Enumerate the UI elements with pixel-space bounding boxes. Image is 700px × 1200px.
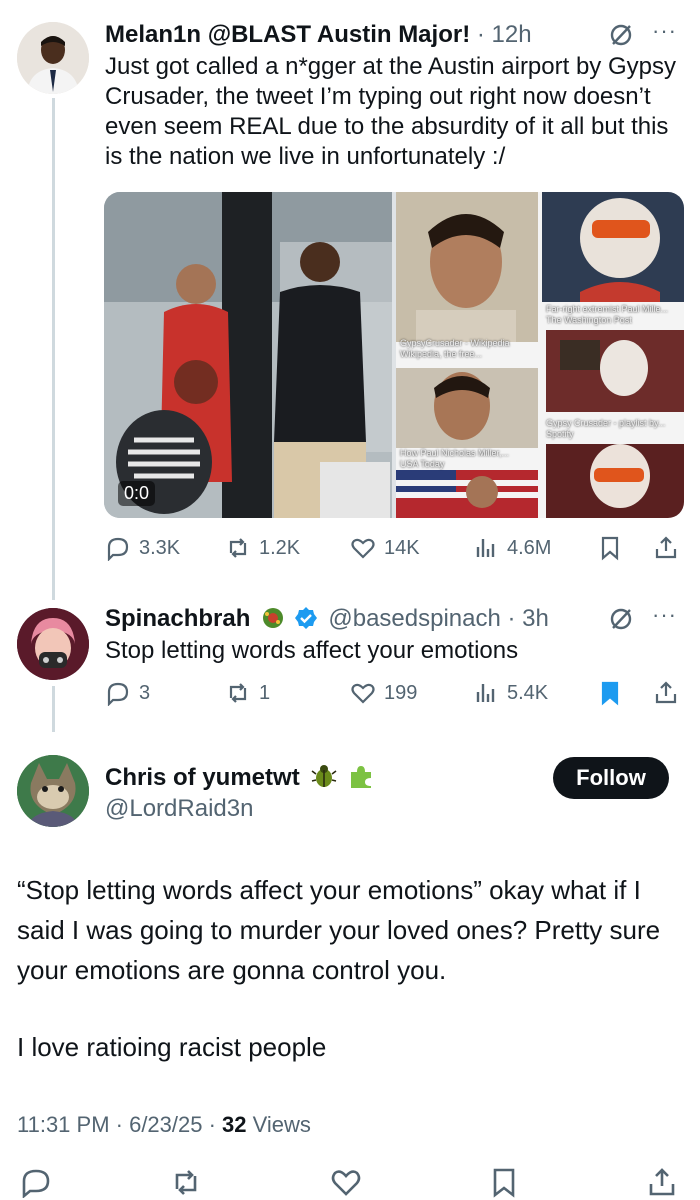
author-name[interactable]: Chris of yumetwt [105,764,300,791]
reply-count: 3.3K [139,536,181,559]
reply-icon [107,537,129,561]
follow-button[interactable]: Follow [553,757,669,799]
bookmark-icon[interactable] [597,680,623,706]
author-name[interactable]: Melan1n @BLAST Austin Major! [105,21,470,48]
badge-icon [261,606,285,630]
repost-button[interactable]: 1 [225,678,270,708]
share-icon[interactable] [646,1166,678,1198]
like-button[interactable]: 199 [350,678,417,708]
views-label: Views [246,1112,311,1137]
reply-count: 3 [139,681,151,704]
tweet-meta[interactable]: @basedspinach · 3h [328,605,549,632]
repost-icon [229,683,247,703]
puzzle-icon [347,762,375,790]
thread-line-1 [52,98,55,600]
views-button[interactable]: 5.4K [473,678,548,708]
reply-icon[interactable] [20,1166,52,1198]
main-tweet-text: “Stop letting words affect your emotions… [17,875,661,985]
repost-icon[interactable] [170,1166,202,1198]
like-icon [351,538,375,559]
image-collage[interactable]: Far-right extremist Paul Mille... The Wa… [396,192,684,518]
like-icon[interactable] [330,1166,362,1198]
media-grid[interactable]: 0:0 Far-right extremist Paul Mille... Th… [104,192,684,518]
image-caption: Far-right extremist Paul Mille... [546,304,669,314]
views-icon [476,539,495,557]
like-count: 199 [384,681,418,704]
image-caption: Wikipedia, the free... [400,349,483,359]
share-icon[interactable] [653,680,679,706]
repost-count: 1.2K [259,536,301,559]
grok-icon[interactable] [608,22,634,48]
video-thumbnail[interactable]: 0:0 [104,192,392,518]
reply-button[interactable]: 3 [105,678,150,708]
views-count: 5.4K [507,681,549,704]
views-button[interactable]: 4.6M [473,533,551,563]
thread-line-2 [52,686,55,732]
tweet-header: Melan1n @BLAST Austin Major! · 12h [105,20,532,50]
tweet-text: Just got called a n*gger at the Austin a… [105,53,676,170]
more-icon[interactable]: ··· [652,18,677,44]
repost-icon [229,538,247,558]
grok-icon[interactable] [608,606,634,632]
image-caption: How Paul Nicholas Miller,... [400,448,510,458]
image-caption: USA Today [400,459,445,469]
verified-icon [294,606,318,630]
video-timestamp: 0:0 [118,481,156,506]
main-tweet-actions [0,1162,700,1200]
tweet-actions: 3 1 199 5.4K [105,678,685,708]
more-icon[interactable]: ··· [652,602,677,628]
main-tweet-text-2: I love ratioing racist people [17,1032,327,1062]
repost-count: 1 [259,681,271,704]
avatar[interactable] [17,755,89,827]
tweet-actions: 3.3K 1.2K 14K 4.6M [105,533,685,563]
reply-button[interactable]: 3.3K [105,533,180,563]
image-caption: Gypsy Crusader - playlist by... [546,418,666,428]
main-author: Chris of yumetwt [105,762,375,793]
like-icon [351,683,375,704]
reply-icon [107,682,129,706]
tweet-text: Stop letting words affect your emotions [105,637,519,664]
bookmark-icon[interactable] [488,1166,520,1198]
avatar[interactable] [17,608,89,680]
image-caption: GypsyCrusader - Wikipedia [400,338,510,348]
like-button[interactable]: 14K [350,533,420,563]
views-count: 32 [222,1112,247,1137]
views-icon [476,684,495,702]
bug-icon [310,762,338,790]
views-count: 4.6M [507,536,552,559]
like-count: 14K [384,536,420,559]
tweet-timestamp: 11:31 PM · 6/23/25 · 32 Views [17,1112,311,1138]
author-handle[interactable]: @LordRaid3n [105,794,253,824]
share-icon[interactable] [653,535,679,561]
author-name[interactable]: Spinachbrah [105,605,250,632]
image-caption: The Washington Post [546,315,632,325]
tweet-time[interactable]: 11:31 PM · 6/23/25 · [17,1112,222,1137]
tweet-meta[interactable]: · 12h [477,21,532,48]
image-caption: Spotify [546,429,574,439]
avatar[interactable] [17,22,89,94]
repost-button[interactable]: 1.2K [225,533,300,563]
tweet-header: Spinachbrah @basedspinach · 3h [105,604,549,634]
bookmark-icon[interactable] [597,535,623,561]
